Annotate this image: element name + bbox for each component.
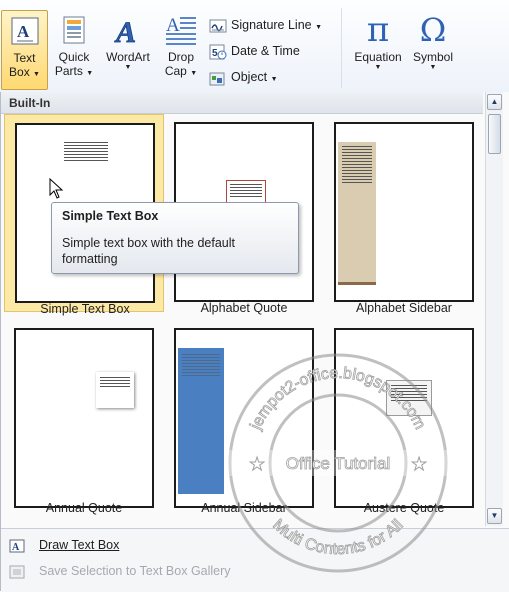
text-box-icon: A	[11, 17, 38, 45]
drop-cap-icon: A	[166, 15, 196, 45]
draw-text-box-label: Draw Text Box	[39, 538, 120, 552]
signature-line-icon	[209, 19, 227, 33]
wordart-button[interactable]: A WordArt ▼	[100, 10, 156, 88]
equation-button[interactable]: π Equation ▼	[348, 10, 408, 88]
tile-label: Alphabet Sidebar	[356, 301, 452, 315]
quick-parts-label-2: Parts	[54, 64, 83, 78]
object-button[interactable]: Object ▼	[209, 67, 278, 87]
draw-text-box-command[interactable]: A Draw Text Box	[9, 534, 119, 556]
text-box-label-2: Box	[9, 65, 30, 79]
wordart-label: WordArt	[106, 50, 150, 64]
signature-line-button[interactable]: Signature Line ▼	[209, 15, 322, 35]
scroll-up-button[interactable]: ▲	[487, 94, 502, 110]
equation-label: Equation	[354, 50, 402, 64]
object-icon	[209, 72, 225, 86]
symbol-button[interactable]: Ω Symbol ▼	[408, 10, 458, 88]
group-separator	[341, 8, 342, 88]
gallery-item-annual-quote[interactable]: Annual Quote	[4, 320, 164, 518]
drop-cap-label-2: Cap	[164, 64, 187, 78]
save-selection-icon	[9, 565, 25, 579]
symbol-label: Symbol	[412, 50, 453, 64]
text-box-button[interactable]: A Text Box ▼	[1, 10, 48, 90]
gallery-scrollbar[interactable]: ▲ ▼	[485, 92, 503, 526]
text-box-label-1: Text	[13, 51, 36, 65]
text-box-gallery: Built-In Simple Text Box Alphabet Quote …	[0, 92, 509, 592]
symbol-icon: Ω	[419, 11, 447, 49]
tile-label: Simple Text Box	[40, 302, 130, 316]
equation-icon: π	[366, 10, 390, 50]
svg-text:A: A	[114, 16, 136, 46]
page-thumbnail	[174, 328, 314, 508]
scroll-down-button[interactable]: ▼	[487, 508, 502, 524]
object-label: Object	[231, 70, 268, 84]
drop-cap-label-1: Drop	[167, 50, 194, 64]
drop-cap-button[interactable]: A Drop Cap ▼	[160, 10, 202, 88]
draw-text-box-icon: A	[9, 539, 25, 553]
section-header: Built-In	[1, 92, 483, 114]
save-selection-command[interactable]: Save Selection to Text Box Gallery	[9, 560, 231, 582]
tooltip: Simple Text Box Simple text box with the…	[51, 202, 299, 274]
page-thumbnail	[334, 122, 474, 302]
svg-text:A: A	[17, 22, 30, 41]
quick-parts-icon	[63, 16, 85, 44]
mouse-cursor-icon	[49, 178, 64, 199]
svg-text:A: A	[12, 542, 20, 553]
date-time-label: Date & Time	[231, 44, 300, 58]
gallery-item-annual-sidebar[interactable]: Annual Sidebar	[164, 320, 324, 518]
date-time-button[interactable]: 5 Date & Time	[209, 41, 300, 61]
tile-label: Austere Quote	[363, 501, 445, 515]
tile-label: Alphabet Quote	[200, 301, 288, 315]
scroll-thumb[interactable]	[488, 114, 501, 154]
svg-text:A: A	[166, 15, 180, 36]
gallery-item-alphabet-sidebar[interactable]: Alphabet Sidebar	[324, 114, 484, 315]
save-selection-label: Save Selection to Text Box Gallery	[39, 564, 231, 578]
svg-text:5: 5	[212, 48, 218, 59]
page-thumbnail	[14, 328, 154, 508]
date-time-icon: 5	[209, 44, 227, 60]
tile-label: Annual Sidebar	[201, 501, 287, 515]
ribbon: A Text Box ▼ Quick Parts ▼ A WordArt ▼ A	[0, 0, 509, 93]
quick-parts-label-1: Quick	[58, 50, 90, 64]
tooltip-title: Simple Text Box	[62, 209, 159, 223]
gallery-commands: A Draw Text Box Save Selection to Text B…	[1, 528, 509, 592]
tile-label: Annual Quote	[45, 501, 123, 515]
signature-line-label: Signature Line	[231, 18, 312, 32]
gallery-item-austere-quote[interactable]: Austere Quote	[324, 320, 484, 518]
page-thumbnail	[334, 328, 474, 508]
tooltip-body: Simple text box with the default formatt…	[62, 236, 236, 266]
wordart-icon: A	[114, 16, 137, 46]
quick-parts-button[interactable]: Quick Parts ▼	[52, 10, 96, 88]
